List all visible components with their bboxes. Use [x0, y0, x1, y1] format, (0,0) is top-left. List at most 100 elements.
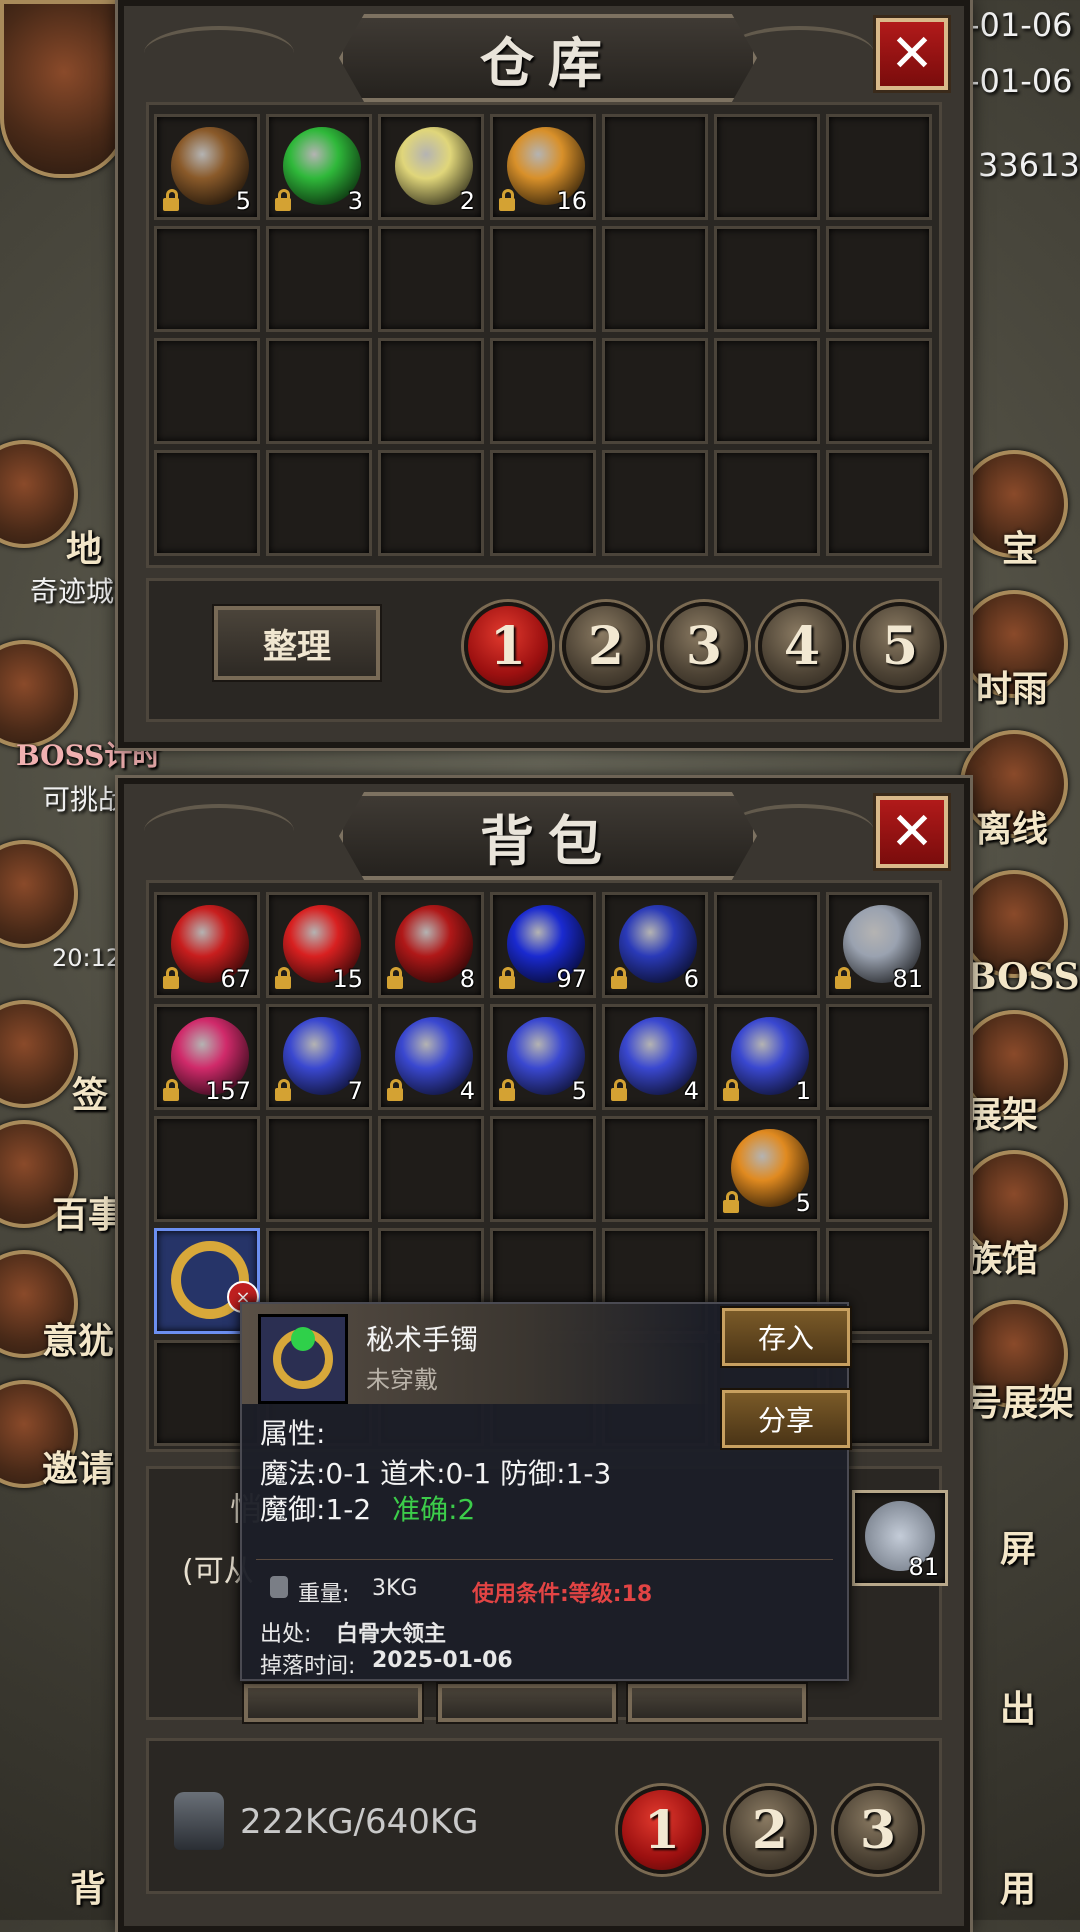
right-label-6: 族馆: [966, 1238, 1039, 1280]
lock-icon: [499, 189, 515, 211]
backpack-slot[interactable]: [714, 892, 820, 998]
left-menu-btn-2[interactable]: [0, 640, 78, 748]
backpack-close-button[interactable]: ✕: [876, 796, 948, 868]
item-count: 5: [571, 1077, 587, 1105]
item-count: 67: [220, 965, 251, 993]
backpack-slot[interactable]: 1: [714, 1004, 820, 1110]
warehouse-slot[interactable]: [154, 450, 260, 556]
backpack-slot[interactable]: 157: [154, 1004, 260, 1110]
close-icon: ✕: [890, 802, 934, 862]
backpack-slot[interactable]: 4: [378, 1004, 484, 1110]
item-count: 4: [459, 1077, 475, 1105]
item-count: 3: [347, 187, 363, 215]
left-label-2: 奇迹城: [30, 575, 115, 608]
tooltip-item-status: 未穿戴: [366, 1366, 438, 1394]
warehouse-page-5-button[interactable]: 5: [856, 602, 944, 690]
backpack-slot[interactable]: [490, 1116, 596, 1222]
warehouse-slot[interactable]: [378, 338, 484, 444]
left-label-6: 签: [72, 1074, 109, 1116]
warehouse-slot[interactable]: [602, 450, 708, 556]
warehouse-slot[interactable]: [266, 450, 372, 556]
warehouse-slot[interactable]: [378, 226, 484, 332]
lock-icon: [835, 967, 851, 989]
backpack-slot[interactable]: 8: [378, 892, 484, 998]
item-count: 1: [795, 1077, 811, 1105]
warehouse-slot[interactable]: [602, 338, 708, 444]
sort-button[interactable]: 整理: [214, 606, 380, 680]
avatar[interactable]: [0, 0, 128, 178]
backpack-slot[interactable]: 5: [490, 1004, 596, 1110]
warehouse-slot[interactable]: [714, 226, 820, 332]
left-menu-btn-3[interactable]: [0, 840, 78, 948]
right-label-4: BOSS: [966, 956, 1080, 998]
warehouse-page-2-button[interactable]: 2: [562, 602, 650, 690]
store-button[interactable]: 存入: [722, 1308, 850, 1366]
bottom-tab-3[interactable]: [628, 1684, 806, 1722]
warehouse-slot[interactable]: [826, 114, 932, 220]
backpack-slot[interactable]: 15: [266, 892, 372, 998]
right-label-2: 时雨: [976, 668, 1049, 710]
warehouse-slot[interactable]: 16: [490, 114, 596, 220]
tooltip-item-name: 秘术手镯: [366, 1323, 479, 1356]
backpack-slot[interactable]: 6: [602, 892, 708, 998]
bottom-tab-1[interactable]: [244, 1684, 422, 1722]
backpack-slot[interactable]: [378, 1116, 484, 1222]
warehouse-slot[interactable]: 2: [378, 114, 484, 220]
warehouse-page-4-button[interactable]: 4: [758, 602, 846, 690]
backpack-page-2-button[interactable]: 2: [726, 1786, 814, 1874]
backpack-page-3-button[interactable]: 3: [834, 1786, 922, 1874]
warehouse-slot[interactable]: [714, 338, 820, 444]
lock-icon: [723, 1079, 739, 1101]
item-count: 81: [892, 965, 923, 993]
warehouse-page-1-button[interactable]: 1: [464, 602, 552, 690]
warehouse-slot[interactable]: [490, 338, 596, 444]
right-label-5: 展架: [966, 1094, 1039, 1136]
warehouse-slot[interactable]: [826, 450, 932, 556]
backpack-slot[interactable]: [826, 1116, 932, 1222]
warehouse-slot[interactable]: [602, 226, 708, 332]
right-label-1: 宝: [1002, 528, 1039, 570]
backpack-slot[interactable]: 4: [602, 1004, 708, 1110]
backpack-slot[interactable]: [826, 1004, 932, 1110]
item-count: 97: [556, 965, 587, 993]
item-count: 5: [235, 187, 251, 215]
warehouse-slot[interactable]: [490, 226, 596, 332]
share-button[interactable]: 分享: [722, 1390, 850, 1448]
warehouse-page-3-button[interactable]: 3: [660, 602, 748, 690]
backpack-slot[interactable]: [602, 1116, 708, 1222]
warehouse-slot[interactable]: [378, 450, 484, 556]
backpack-slot[interactable]: 5: [714, 1116, 820, 1222]
warehouse-close-button[interactable]: ✕: [876, 18, 948, 90]
warehouse-slot[interactable]: [826, 226, 932, 332]
backpack-slot[interactable]: 81: [826, 892, 932, 998]
attr-magic-def: 魔御:1-2: [260, 1493, 372, 1526]
backpack-right-slot[interactable]: 81: [852, 1490, 948, 1586]
left-menu-btn-4[interactable]: [0, 1000, 78, 1108]
backpack-slot[interactable]: 97: [490, 892, 596, 998]
lock-icon: [723, 1191, 739, 1213]
backpack-slot[interactable]: 7: [266, 1004, 372, 1110]
attr-title: 属性:: [260, 1417, 326, 1450]
backpack-slot[interactable]: [154, 1116, 260, 1222]
lock-icon: [163, 967, 179, 989]
warehouse-slot[interactable]: [266, 338, 372, 444]
warehouse-slot[interactable]: [714, 450, 820, 556]
warehouse-slot[interactable]: [154, 226, 260, 332]
backpack-slot[interactable]: 67: [154, 892, 260, 998]
warehouse-slot[interactable]: 3: [266, 114, 372, 220]
bottom-tab-2[interactable]: [438, 1684, 616, 1722]
backpack-slot[interactable]: [266, 1116, 372, 1222]
warehouse-slot[interactable]: [714, 114, 820, 220]
tooltip-separator: [256, 1559, 833, 1560]
warehouse-slot[interactable]: [266, 226, 372, 332]
backpack-page-1-button[interactable]: 1: [618, 1786, 706, 1874]
warehouse-slot[interactable]: [154, 338, 260, 444]
warehouse-slot[interactable]: [490, 450, 596, 556]
item-tooltip: 秘术手镯 未穿戴 存入 分享 属性: 魔法:0-1 道术:0-1 防御:1-3 …: [240, 1302, 850, 1681]
warehouse-slot[interactable]: [602, 114, 708, 220]
warehouse-slot[interactable]: [826, 338, 932, 444]
item-count: 15: [332, 965, 363, 993]
backpack-title-plate: 背包: [339, 792, 757, 880]
item-count: 2: [459, 187, 475, 215]
warehouse-slot[interactable]: 5: [154, 114, 260, 220]
